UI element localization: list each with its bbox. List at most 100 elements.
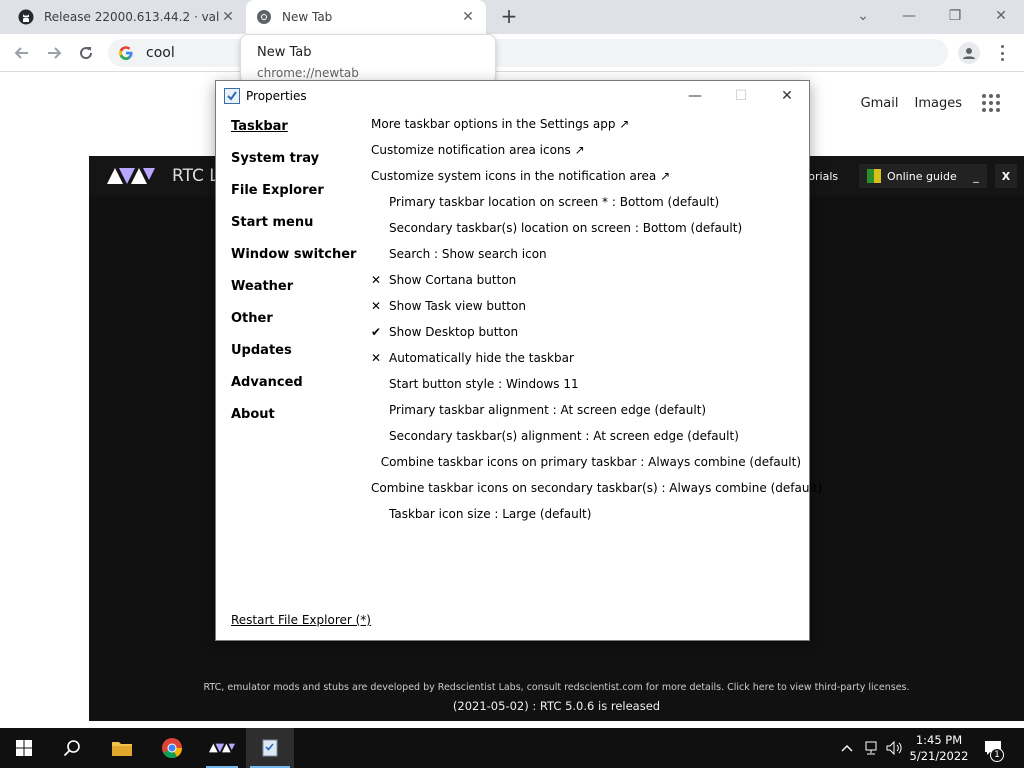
- notification-count-badge: 1: [990, 748, 1004, 762]
- properties-taskbar-button[interactable]: [246, 728, 294, 768]
- option-label: Show Desktop button: [389, 325, 519, 339]
- new-tab-button[interactable]: +: [498, 6, 520, 28]
- option-row[interactable]: Primary taskbar location on screen * : B…: [371, 195, 801, 221]
- nav-item-taskbar[interactable]: Taskbar: [231, 119, 366, 151]
- option-label: Show Cortana button: [389, 273, 517, 287]
- option-row[interactable]: ✔ Show Desktop button: [371, 325, 801, 351]
- option-row[interactable]: ✕ Show Cortana button: [371, 273, 801, 299]
- option-row[interactable]: Customize system icons in the notificati…: [371, 169, 801, 195]
- nav-item-window-switcher[interactable]: Window switcher: [231, 247, 366, 279]
- rtc-release-text: (2021-05-02) : RTC 5.0.6 is released: [452, 699, 661, 713]
- option-label: More taskbar options in the Settings app…: [371, 117, 630, 131]
- option-label: Automatically hide the taskbar: [389, 351, 574, 365]
- minimize-icon[interactable]: —: [886, 0, 932, 32]
- github-icon: [18, 9, 34, 25]
- tab-close-icon[interactable]: ✕: [460, 9, 476, 25]
- network-icon[interactable]: [860, 728, 882, 768]
- option-row[interactable]: Secondary taskbar(s) location on screen …: [371, 221, 801, 247]
- option-label: Taskbar icon size : Large (default): [389, 507, 592, 521]
- volume-icon[interactable]: [884, 728, 906, 768]
- checked-icon: ✔: [371, 325, 382, 339]
- nav-item-system-tray[interactable]: System tray: [231, 151, 366, 183]
- nav-item-start-menu[interactable]: Start menu: [231, 215, 366, 247]
- restore-icon[interactable]: ❐: [932, 0, 978, 32]
- option-label: Secondary taskbar(s) alignment : At scre…: [389, 429, 739, 443]
- reload-icon[interactable]: [74, 41, 98, 65]
- option-label: Show Task view button: [389, 299, 526, 313]
- nav-item-advanced[interactable]: Advanced: [231, 375, 366, 407]
- chrome-taskbar-button[interactable]: [148, 728, 196, 768]
- file-explorer-taskbar-button[interactable]: [98, 728, 146, 768]
- images-link[interactable]: Images: [915, 96, 963, 111]
- rtc-close-button[interactable]: X: [995, 164, 1017, 188]
- clock-date: 5/21/2022: [909, 749, 969, 763]
- browser-tab-strip: Release 22000.613.44.2 · valinet/... ✕ N…: [0, 0, 1024, 34]
- search-button[interactable]: [48, 728, 96, 768]
- option-row[interactable]: Search : Show search icon: [371, 247, 801, 273]
- chrome-icon: [162, 738, 183, 759]
- start-button[interactable]: [0, 728, 48, 768]
- folder-icon: [112, 742, 132, 756]
- back-icon[interactable]: [10, 41, 34, 65]
- tab-hover-card: New Tab chrome://newtab: [240, 34, 496, 84]
- option-label: Secondary taskbar(s) location on screen …: [389, 221, 743, 235]
- option-row[interactable]: Taskbar icon size : Large (default): [371, 507, 801, 533]
- nav-item-file-explorer[interactable]: File Explorer: [231, 183, 366, 215]
- online-guide-button[interactable]: Online guide: [859, 164, 965, 188]
- clock-time: 1:45 PM: [915, 733, 963, 747]
- option-row[interactable]: Start button style : Windows 11: [371, 377, 801, 403]
- tab-new-tab[interactable]: New Tab ✕: [246, 0, 486, 34]
- rtc-title: RTC L: [172, 166, 219, 186]
- nav-item-about[interactable]: About: [231, 407, 366, 439]
- chrome-icon: [256, 9, 272, 25]
- tab-search-icon[interactable]: ⌄: [840, 0, 886, 32]
- tab-github-release[interactable]: Release 22000.613.44.2 · valinet/... ✕: [8, 0, 246, 34]
- properties-app-icon: [262, 739, 278, 757]
- rtc-credits-text[interactable]: RTC, emulator mods and stubs are develop…: [89, 682, 1024, 693]
- dialog-titlebar: Properties — ☐ ✕: [216, 81, 809, 111]
- online-guide-label: Online guide: [887, 169, 957, 183]
- unchecked-x-icon: ✕: [371, 299, 382, 313]
- option-row[interactable]: ✕ Automatically hide the taskbar: [371, 351, 801, 377]
- gmail-link[interactable]: Gmail: [861, 96, 899, 111]
- dialog-minimize-icon[interactable]: —: [672, 81, 718, 111]
- option-label: Combine taskbar icons on primary taskbar…: [380, 455, 801, 469]
- browser-menu-icon[interactable]: [996, 43, 1008, 63]
- option-row[interactable]: Secondary taskbar(s) alignment : At scre…: [371, 429, 801, 455]
- address-bar[interactable]: cool: [108, 39, 948, 67]
- unchecked-x-icon: ✕: [371, 273, 382, 287]
- tab-title: New Tab: [282, 10, 333, 24]
- windows-taskbar: 1:45 PM 5/21/2022 1: [0, 728, 1024, 768]
- tab-close-icon[interactable]: ✕: [220, 9, 236, 25]
- dialog-title: Properties: [246, 89, 307, 103]
- option-row[interactable]: Primary taskbar alignment : At screen ed…: [371, 403, 801, 429]
- option-row[interactable]: ✕ Show Task view button: [371, 299, 801, 325]
- option-label: Start button style : Windows 11: [389, 377, 579, 391]
- google-apps-icon[interactable]: [982, 94, 1000, 112]
- tab-title: Release 22000.613.44.2 · valinet/...: [44, 10, 220, 24]
- nav-item-updates[interactable]: Updates: [231, 343, 366, 375]
- rtc-minimize-button[interactable]: _: [965, 164, 987, 188]
- notification-center-icon[interactable]: 1: [980, 728, 1006, 768]
- rtc-logo-icon: [209, 743, 235, 753]
- hover-card-title: New Tab: [257, 45, 312, 60]
- dialog-maximize-icon: ☐: [734, 88, 748, 104]
- restart-file-explorer-link[interactable]: Restart File Explorer (*): [231, 613, 371, 627]
- option-row[interactable]: Customize notification area icons ↗: [371, 143, 801, 169]
- rtc-taskbar-button[interactable]: [198, 728, 246, 768]
- profile-avatar-icon[interactable]: [958, 42, 980, 64]
- option-row[interactable]: Combine taskbar icons on primary taskbar…: [371, 455, 801, 481]
- taskbar-options-list: More taskbar options in the Settings app…: [371, 117, 822, 533]
- nav-item-other[interactable]: Other: [231, 311, 366, 343]
- option-label: Customize notification area icons ↗: [371, 143, 585, 157]
- show-hidden-icons-icon[interactable]: [838, 728, 856, 768]
- nav-item-weather[interactable]: Weather: [231, 279, 366, 311]
- option-label: Primary taskbar alignment : At screen ed…: [389, 403, 707, 417]
- option-row[interactable]: Combine taskbar icons on secondary taskb…: [371, 481, 822, 507]
- close-icon[interactable]: ✕: [978, 0, 1024, 32]
- properties-app-icon: [224, 88, 240, 104]
- option-row[interactable]: More taskbar options in the Settings app…: [371, 117, 801, 143]
- dialog-close-icon[interactable]: ✕: [764, 81, 810, 111]
- forward-icon[interactable]: [42, 41, 66, 65]
- taskbar-clock[interactable]: 1:45 PM 5/21/2022: [906, 732, 972, 764]
